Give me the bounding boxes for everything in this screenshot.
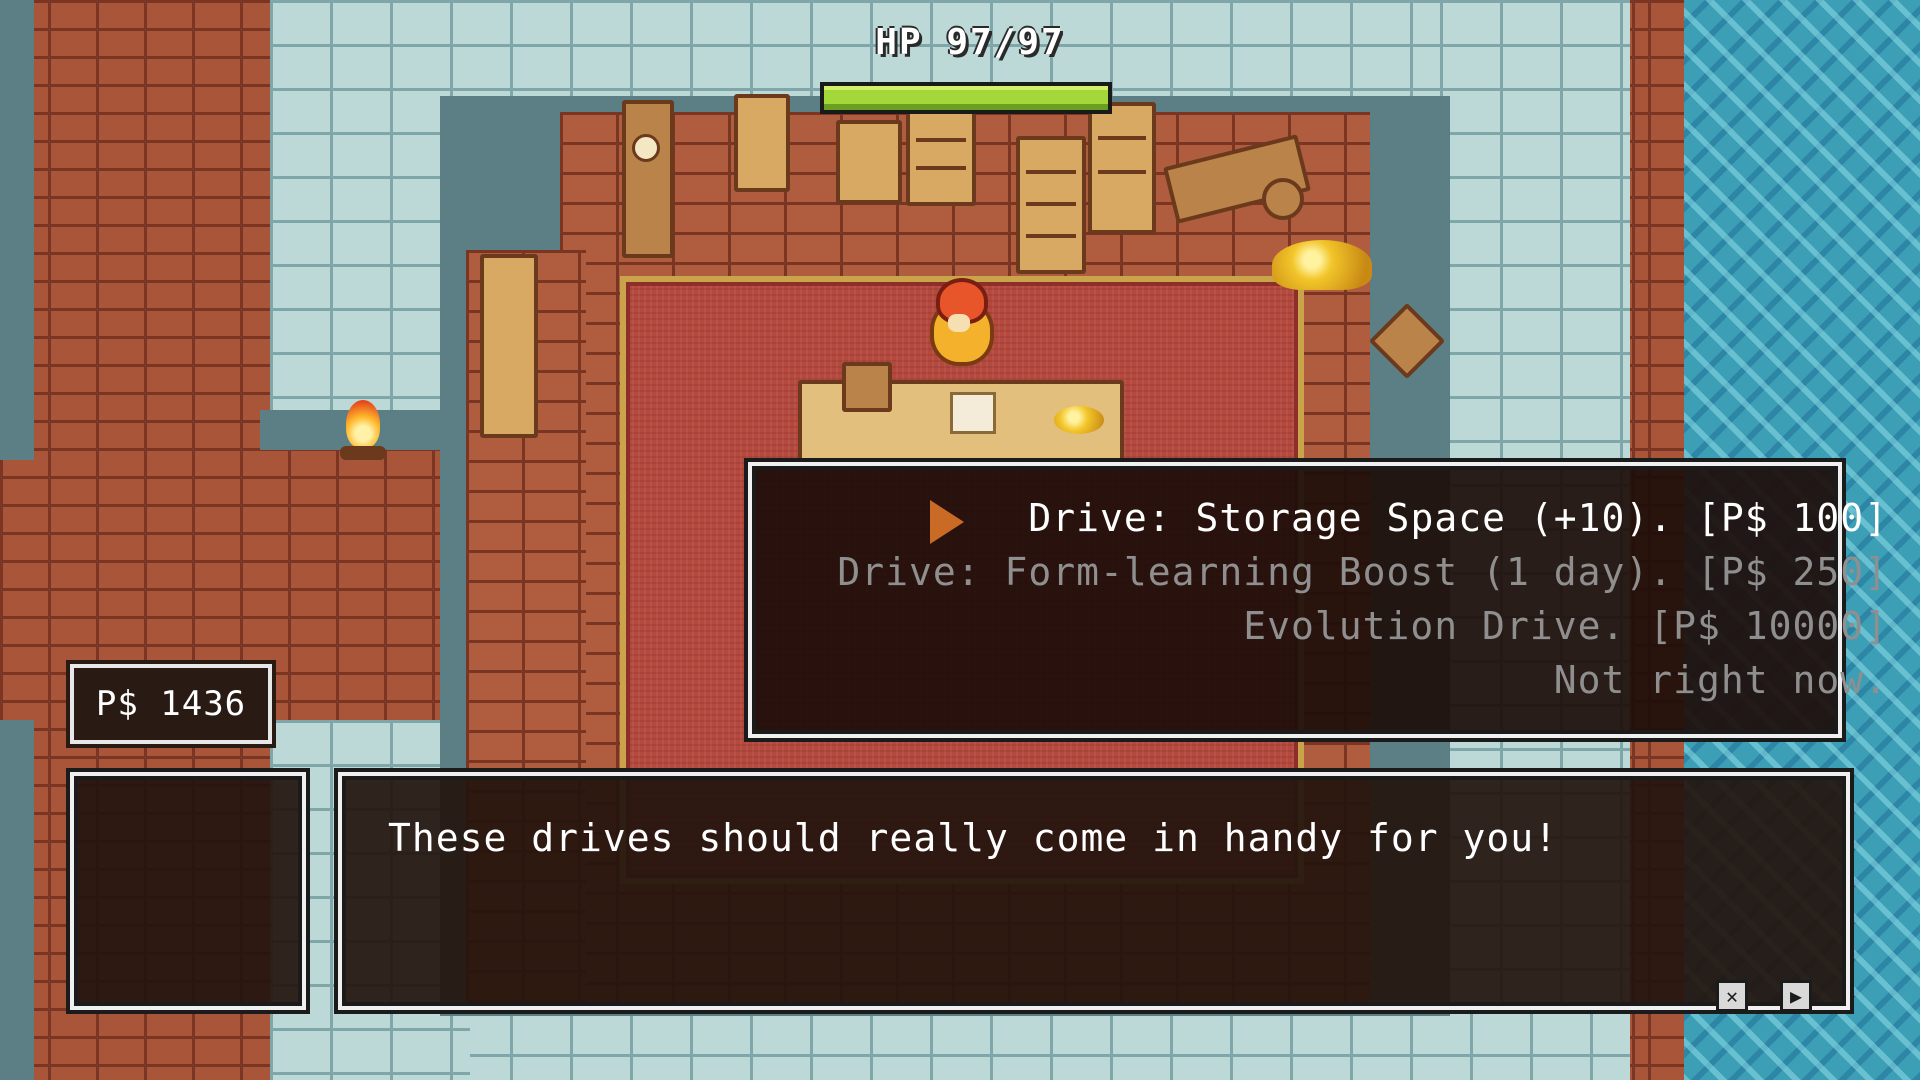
shopkeeper-character[interactable]	[920, 278, 996, 366]
chair	[734, 94, 790, 192]
menu-option-storage-space[interactable]: Drive: Storage Space (+10). [P$ 100]	[1028, 496, 1888, 540]
grandfather-clock	[622, 100, 674, 258]
side-table	[480, 254, 538, 438]
stone-walkway-left	[270, 0, 440, 420]
menu-option-not-right-now[interactable]: Not right now.	[1554, 658, 1888, 702]
menu-option-form-learning-boost[interactable]: Drive: Form-learning Boost (1 day). [P$ …	[837, 550, 1888, 594]
play-icon[interactable]: ▶	[1780, 980, 1812, 1012]
left-wall-lower	[0, 720, 34, 1080]
paper-note	[950, 392, 996, 434]
hp-bar	[820, 82, 1112, 114]
stone-walkway-bottom	[270, 1010, 1630, 1080]
gold-coins	[1054, 406, 1104, 434]
bookshelf-1	[906, 110, 976, 206]
hp-bar-fill	[824, 86, 1108, 110]
small-box	[842, 362, 892, 412]
cart-wheel	[1262, 178, 1304, 220]
left-wall	[0, 0, 34, 460]
clock-face	[632, 134, 660, 162]
bookshelf-2	[1016, 136, 1086, 274]
money-display: P$ 1436	[70, 664, 272, 744]
cabinet	[836, 120, 902, 204]
money-amount: P$ 1436	[95, 684, 247, 724]
portrait-box	[70, 772, 306, 1010]
campfire	[340, 400, 386, 464]
close-icon[interactable]: ✕	[1716, 980, 1748, 1012]
menu-option-evolution-drive[interactable]: Evolution Drive. [P$ 10000]	[1243, 604, 1888, 648]
dialog-text: These drives should really come in handy…	[388, 816, 1559, 860]
hp-label: HP 97/97	[875, 22, 1065, 63]
arrow-cursor-icon	[930, 500, 964, 544]
gold-pile	[1272, 240, 1372, 290]
dialog-box[interactable]: These drives should really come in handy…	[338, 772, 1850, 1010]
bookshelf-3	[1088, 102, 1156, 234]
